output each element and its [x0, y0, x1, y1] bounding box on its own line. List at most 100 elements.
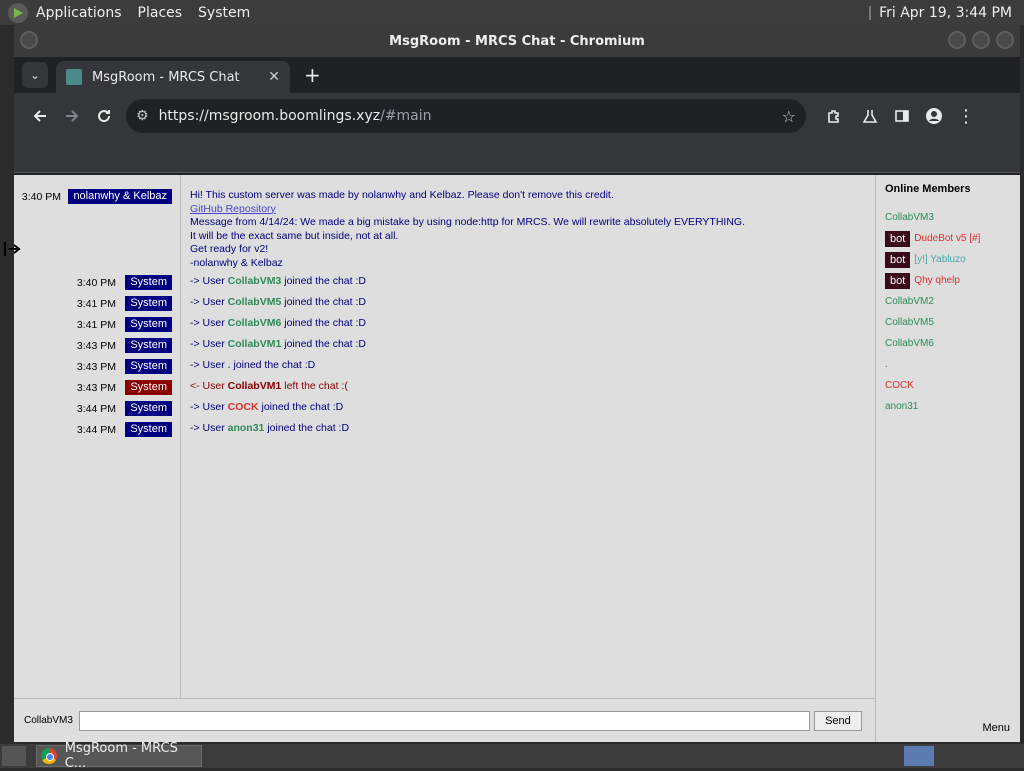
event-prefix: -> User	[190, 401, 228, 413]
event-suffix: joined the chat :D	[281, 296, 366, 308]
member-item[interactable]: bot DudeBot v5 [#]	[885, 228, 1011, 249]
workspace-switcher[interactable]	[904, 746, 934, 766]
event-username: CollabVM6	[227, 317, 282, 329]
taskbar: MsgRoom - MRCS C...	[0, 741, 1024, 771]
message-input[interactable]	[78, 710, 810, 731]
message-text: -> User . joined the chat :D	[190, 359, 315, 373]
arrow-right-icon	[66, 110, 79, 122]
member-item[interactable]: CollabVM3	[885, 207, 1011, 228]
tab-search-button[interactable]: ⌄	[22, 62, 48, 88]
message-text: -> User anon31 joined the chat :D	[190, 422, 349, 436]
window-title: MsgRoom - MRCS Chat - Chromium	[389, 33, 645, 49]
event-prefix: -> User	[190, 317, 228, 329]
taskbar-item-chromium[interactable]: MsgRoom - MRCS C...	[36, 741, 202, 771]
site-info-icon[interactable]: ⚙	[136, 108, 149, 124]
system-badge: System	[125, 401, 172, 416]
message-text: -> User CollabVM3 joined the chat :D	[190, 275, 366, 289]
message-input-bar: CollabVM3 Send	[14, 698, 875, 742]
message-text: -> User CollabVM6 joined the chat :D	[190, 317, 366, 331]
system-badge: System	[125, 317, 172, 332]
event-prefix: -> User	[190, 422, 228, 434]
member-item[interactable]: bot Qhy qhelp	[885, 270, 1011, 291]
member-item[interactable]: CollabVM6	[885, 333, 1011, 354]
minimize-button[interactable]	[948, 31, 966, 49]
event-suffix: joined the chat :D	[281, 338, 366, 350]
send-button[interactable]: Send	[813, 710, 862, 731]
maximize-button[interactable]	[972, 31, 990, 49]
event-prefix: -> User	[190, 296, 228, 308]
message-meta: 3:43 PM System	[14, 380, 174, 396]
bookmark-star-icon[interactable]: ☆	[782, 107, 796, 126]
message-time: 3:43 PM	[76, 361, 116, 373]
event-prefix: -> User	[190, 338, 228, 350]
resize-cursor-icon	[4, 242, 21, 256]
address-bar[interactable]: ⚙ https://msgroom.boomlings.xyz /#main ☆	[126, 99, 806, 133]
system-badge: System	[125, 422, 172, 437]
event-suffix: joined the chat :D	[281, 317, 366, 329]
event-username: COCK	[227, 401, 259, 413]
message-time: 3:40 PM	[76, 277, 116, 289]
member-item[interactable]: .	[885, 354, 1011, 375]
message-time: 3:41 PM	[76, 298, 116, 310]
system-badge: System	[125, 380, 172, 395]
tab-label: MsgRoom - MRCS Chat	[92, 69, 240, 85]
show-desktop-button[interactable]	[2, 746, 26, 766]
member-name: CollabVM5	[885, 317, 934, 328]
side-panel-icon[interactable]	[886, 100, 918, 132]
message-meta: 3:40 PM nolanwhy & Kelbaz	[14, 189, 174, 205]
message-time: 3:41 PM	[76, 319, 116, 331]
github-repository-link[interactable]: GitHub Repository	[190, 203, 276, 215]
member-item[interactable]: CollabVM5	[885, 312, 1011, 333]
system-badge: System	[125, 359, 172, 374]
tab-msgroom[interactable]: MsgRoom - MRCS Chat ✕	[56, 61, 290, 93]
member-item[interactable]: bot [y!] Yabluzo	[885, 249, 1011, 270]
member-item[interactable]: COCK	[885, 375, 1011, 396]
back-button[interactable]	[24, 100, 56, 132]
bot-badge: bot	[885, 251, 911, 268]
message-meta: 3:44 PM System	[14, 401, 174, 417]
labs-flask-icon[interactable]	[854, 100, 886, 132]
new-tab-button[interactable]: +	[304, 63, 321, 87]
event-username: anon31	[227, 422, 265, 434]
window-titlebar[interactable]: MsgRoom - MRCS Chat - Chromium	[14, 25, 1020, 57]
message-time: 3:43 PM	[76, 340, 116, 352]
event-suffix: joined the chat :D	[264, 422, 350, 434]
message-line: -nolanwhy & Kelbaz	[190, 256, 283, 269]
member-item[interactable]: CollabVM2	[885, 291, 1011, 312]
bot-badge: bot	[885, 230, 911, 247]
menu-button[interactable]: Menu	[982, 722, 1010, 734]
system-badge: System	[125, 275, 172, 290]
panel-separator	[869, 5, 872, 20]
forward-button[interactable]	[56, 100, 88, 132]
message-meta: 3:40 PM System	[14, 275, 174, 291]
message-meta: 3:43 PM System	[14, 359, 174, 375]
message-meta: 3:41 PM System	[14, 317, 174, 333]
browser-window: MsgRoom - MRCS Chat - Chromium ⌄ MsgRoom…	[14, 25, 1020, 742]
applications-icon[interactable]	[8, 2, 28, 23]
member-name: CollabVM6	[885, 338, 934, 349]
extensions-icon[interactable]	[818, 100, 850, 132]
profile-avatar-icon[interactable]	[918, 100, 950, 132]
applications-menu[interactable]: Applications	[28, 5, 130, 21]
window-menu-button[interactable]	[20, 31, 38, 49]
chevron-down-icon: ⌄	[29, 68, 41, 82]
places-menu[interactable]: Places	[130, 5, 191, 21]
author-badge: nolanwhy & Kelbaz	[68, 189, 172, 204]
url-path: /#main	[380, 108, 432, 124]
system-menu[interactable]: System	[190, 5, 258, 21]
member-item[interactable]: anon31	[885, 396, 1011, 417]
more-menu-icon[interactable]: ⋮	[950, 100, 982, 132]
panel-clock[interactable]: Fri Apr 19, 3:44 PM	[869, 5, 1024, 21]
close-window-button[interactable]	[996, 31, 1014, 49]
reload-button[interactable]	[88, 100, 120, 132]
member-name: Qhy qhelp	[914, 275, 960, 286]
bot-badge: bot	[885, 272, 911, 289]
event-username: CollabVM1	[227, 338, 282, 350]
tab-close-icon[interactable]: ✕	[268, 69, 280, 85]
favicon-icon	[66, 69, 82, 85]
message-meta: 3:41 PM System	[14, 296, 174, 312]
member-name: CollabVM3	[885, 212, 934, 223]
clock-text: Fri Apr 19, 3:44 PM	[879, 4, 1012, 21]
message-line: Message from 4/14/24: We made a big mist…	[190, 216, 745, 229]
nickname-label[interactable]: CollabVM3	[24, 715, 73, 726]
